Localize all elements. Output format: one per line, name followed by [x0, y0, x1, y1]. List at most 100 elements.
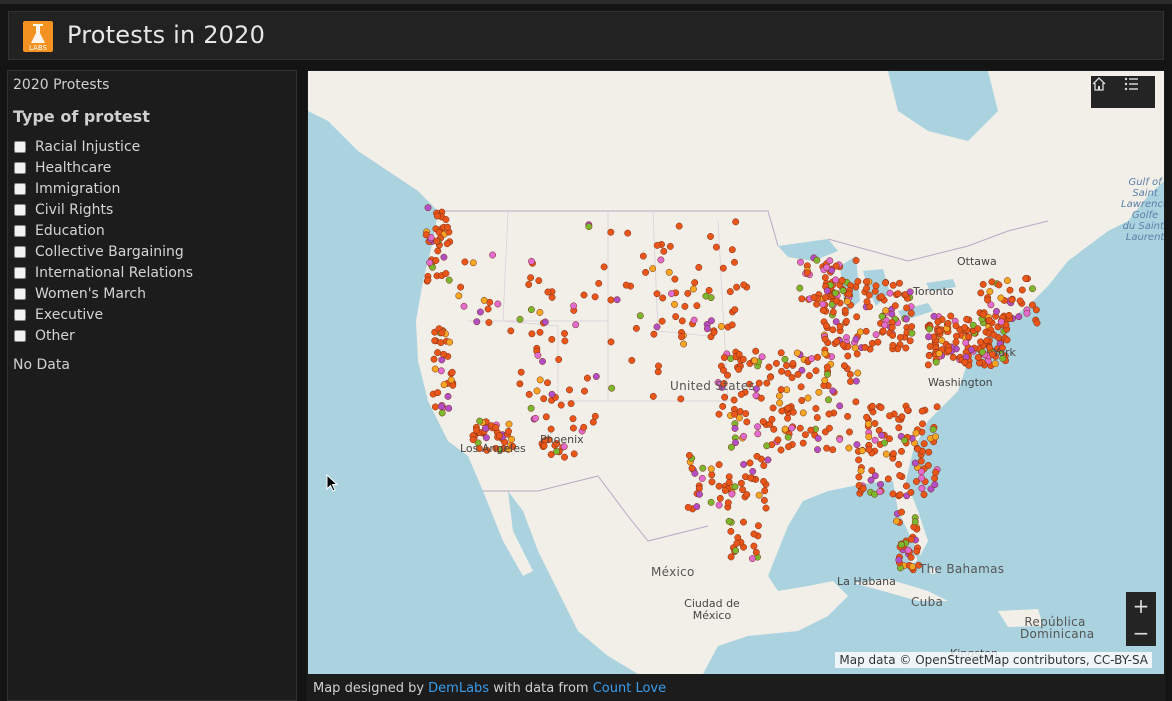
filter-immigration[interactable]: Immigration: [14, 178, 193, 199]
protest-marker[interactable]: [583, 374, 591, 382]
protest-marker[interactable]: [761, 487, 769, 495]
protest-marker[interactable]: [689, 285, 697, 293]
protest-marker[interactable]: [804, 394, 812, 402]
protest-marker[interactable]: [778, 407, 786, 415]
protest-marker[interactable]: [863, 413, 871, 421]
protest-marker[interactable]: [426, 259, 434, 267]
protest-marker[interactable]: [991, 360, 999, 368]
protest-marker[interactable]: [819, 300, 827, 308]
protest-marker[interactable]: [424, 276, 432, 284]
protest-marker[interactable]: [431, 365, 439, 373]
protest-marker[interactable]: [494, 300, 502, 308]
protest-marker[interactable]: [570, 302, 578, 310]
protest-marker[interactable]: [728, 490, 736, 498]
protest-marker[interactable]: [918, 474, 926, 482]
protest-marker[interactable]: [708, 471, 716, 479]
protest-marker[interactable]: [671, 300, 678, 308]
protest-marker[interactable]: [755, 379, 763, 387]
protest-marker[interactable]: [680, 340, 688, 348]
protest-marker[interactable]: [924, 461, 932, 469]
protest-marker[interactable]: [607, 228, 615, 236]
protest-marker[interactable]: [862, 327, 870, 335]
protest-marker[interactable]: [695, 263, 703, 271]
checkbox[interactable]: [14, 224, 26, 237]
protest-marker[interactable]: [716, 494, 724, 502]
protest-marker[interactable]: [735, 365, 743, 373]
protest-marker[interactable]: [924, 361, 932, 369]
protest-marker[interactable]: [485, 319, 493, 326]
protest-marker[interactable]: [814, 434, 822, 442]
protest-marker[interactable]: [858, 447, 866, 455]
protest-marker[interactable]: [691, 279, 699, 287]
protest-marker[interactable]: [654, 368, 662, 376]
protest-marker[interactable]: [1033, 319, 1041, 327]
checkbox[interactable]: [14, 245, 26, 258]
protest-marker[interactable]: [977, 289, 985, 297]
protest-marker[interactable]: [607, 296, 615, 304]
protest-marker[interactable]: [655, 362, 662, 370]
protest-marker[interactable]: [929, 425, 937, 433]
protest-marker[interactable]: [539, 357, 546, 365]
protest-marker[interactable]: [547, 425, 555, 433]
protest-marker[interactable]: [832, 276, 840, 284]
protest-marker[interactable]: [733, 283, 741, 291]
protest-marker[interactable]: [720, 366, 727, 374]
protest-marker[interactable]: [871, 287, 879, 295]
protest-marker[interactable]: [540, 395, 548, 403]
protest-marker[interactable]: [473, 318, 481, 326]
protest-marker[interactable]: [548, 335, 556, 343]
protest-marker[interactable]: [758, 353, 766, 361]
protest-marker[interactable]: [710, 328, 718, 336]
protest-marker[interactable]: [926, 325, 933, 333]
protest-marker[interactable]: [516, 380, 524, 388]
protest-marker[interactable]: [642, 268, 650, 276]
protest-marker[interactable]: [829, 446, 837, 454]
protest-marker[interactable]: [877, 404, 885, 411]
protest-marker[interactable]: [438, 409, 446, 417]
protest-marker[interactable]: [671, 275, 679, 283]
protest-marker[interactable]: [812, 367, 820, 375]
protest-marker[interactable]: [696, 490, 703, 498]
protest-marker[interactable]: [846, 370, 854, 378]
protest-marker[interactable]: [945, 347, 953, 354]
protest-marker[interactable]: [1003, 336, 1011, 344]
protest-marker[interactable]: [525, 281, 533, 288]
protest-marker[interactable]: [719, 264, 727, 272]
protest-marker[interactable]: [784, 369, 792, 377]
protest-marker[interactable]: [1008, 296, 1016, 304]
protest-marker[interactable]: [516, 315, 524, 323]
protest-marker[interactable]: [699, 464, 707, 472]
filter-racial-injustice[interactable]: Racial Injustice: [14, 136, 193, 157]
protest-marker[interactable]: [865, 433, 873, 441]
protest-marker[interactable]: [979, 311, 987, 318]
protest-marker[interactable]: [731, 410, 739, 418]
filter-international-relations[interactable]: International Relations: [14, 262, 193, 283]
protest-marker[interactable]: [778, 367, 786, 375]
protest-marker[interactable]: [931, 474, 939, 482]
protest-marker[interactable]: [591, 412, 599, 420]
protest-marker[interactable]: [895, 424, 903, 432]
protest-marker[interactable]: [807, 426, 815, 434]
protest-marker[interactable]: [840, 362, 848, 370]
protest-marker[interactable]: [931, 481, 939, 489]
checkbox[interactable]: [14, 140, 26, 153]
protest-marker[interactable]: [785, 443, 792, 451]
protest-marker[interactable]: [753, 452, 761, 460]
protest-marker[interactable]: [836, 322, 844, 330]
protest-marker[interactable]: [442, 216, 450, 223]
protest-marker[interactable]: [476, 417, 484, 425]
protest-marker[interactable]: [431, 337, 439, 345]
protest-marker[interactable]: [801, 431, 809, 439]
protest-marker[interactable]: [865, 420, 872, 428]
protest-marker[interactable]: [832, 289, 839, 297]
protest-marker[interactable]: [897, 541, 905, 549]
protest-marker[interactable]: [737, 479, 745, 487]
protest-marker[interactable]: [986, 344, 994, 352]
protest-marker[interactable]: [495, 432, 503, 440]
protest-marker[interactable]: [726, 288, 734, 296]
protest-marker[interactable]: [653, 323, 661, 331]
protest-marker[interactable]: [705, 286, 713, 294]
protest-marker[interactable]: [1015, 313, 1023, 321]
protest-marker[interactable]: [731, 483, 739, 491]
protest-marker[interactable]: [961, 358, 969, 366]
